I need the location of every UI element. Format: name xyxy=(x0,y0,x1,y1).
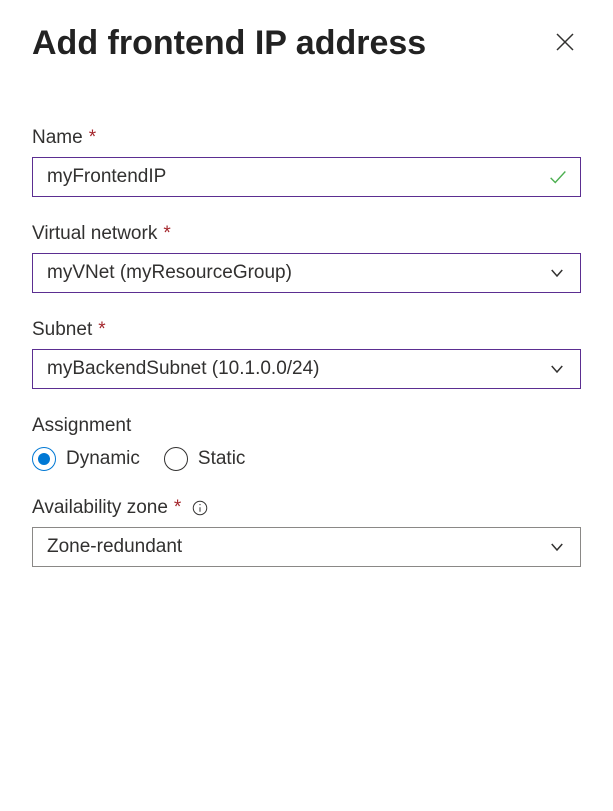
required-marker: * xyxy=(98,319,105,341)
subnet-select[interactable]: myBackendSubnet (10.1.0.0/24) xyxy=(32,349,581,389)
field-assignment: Assignment Dynamic Static xyxy=(32,415,581,471)
required-marker: * xyxy=(163,223,170,245)
radio-static[interactable]: Static xyxy=(164,447,246,471)
field-availability-zone: Availability zone * Zone-redundant xyxy=(32,497,581,567)
name-input[interactable] xyxy=(32,157,581,197)
assignment-label: Assignment xyxy=(32,415,131,437)
radio-circle xyxy=(164,447,188,471)
radio-static-label: Static xyxy=(198,448,246,470)
name-label: Name xyxy=(32,127,83,149)
close-button[interactable] xyxy=(549,28,581,60)
subnet-value: myBackendSubnet (10.1.0.0/24) xyxy=(47,358,320,380)
radio-dot xyxy=(38,453,50,465)
assignment-radio-group: Dynamic Static xyxy=(32,447,581,471)
required-marker: * xyxy=(174,497,181,519)
availability-zone-select[interactable]: Zone-redundant xyxy=(32,527,581,567)
name-input-wrap xyxy=(32,157,581,197)
radio-circle-selected xyxy=(32,447,56,471)
availability-zone-label-row: Availability zone * xyxy=(32,497,581,519)
availability-zone-label: Availability zone xyxy=(32,497,168,519)
chevron-down-icon xyxy=(548,360,566,378)
info-icon[interactable] xyxy=(191,499,209,517)
field-name: Name * xyxy=(32,127,581,197)
field-subnet: Subnet * myBackendSubnet (10.1.0.0/24) xyxy=(32,319,581,389)
checkmark-icon xyxy=(547,166,569,188)
radio-dynamic-label: Dynamic xyxy=(66,448,140,470)
name-label-row: Name * xyxy=(32,127,581,149)
virtual-network-label-row: Virtual network * xyxy=(32,223,581,245)
page-title: Add frontend IP address xyxy=(32,24,426,63)
subnet-label-row: Subnet * xyxy=(32,319,581,341)
subnet-label: Subnet xyxy=(32,319,92,341)
chevron-down-icon xyxy=(548,538,566,556)
availability-zone-value: Zone-redundant xyxy=(47,536,182,558)
assignment-label-row: Assignment xyxy=(32,415,581,437)
chevron-down-icon xyxy=(548,264,566,282)
close-icon xyxy=(553,30,577,57)
virtual-network-select[interactable]: myVNet (myResourceGroup) xyxy=(32,253,581,293)
radio-dynamic[interactable]: Dynamic xyxy=(32,447,140,471)
virtual-network-value: myVNet (myResourceGroup) xyxy=(47,262,292,284)
required-marker: * xyxy=(89,127,96,149)
panel-header: Add frontend IP address xyxy=(32,24,581,63)
field-virtual-network: Virtual network * myVNet (myResourceGrou… xyxy=(32,223,581,293)
virtual-network-label: Virtual network xyxy=(32,223,157,245)
